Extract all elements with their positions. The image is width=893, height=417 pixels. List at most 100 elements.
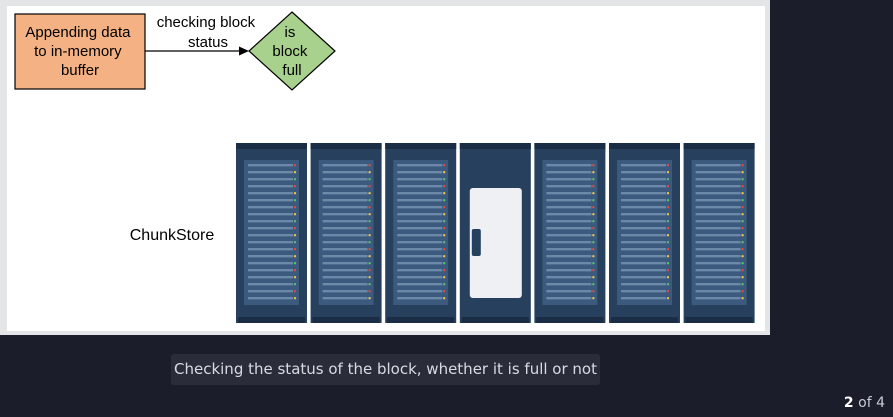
server-slot	[248, 164, 293, 167]
status-led	[368, 248, 371, 251]
pager-separator: of	[858, 395, 872, 411]
server-rack	[609, 143, 680, 323]
status-led	[741, 227, 744, 230]
server-slot	[248, 178, 293, 181]
server-slot	[397, 164, 443, 167]
status-led	[741, 248, 744, 251]
server-slot	[248, 297, 293, 300]
status-led	[293, 283, 297, 286]
arrow-label-line-1: checking block	[157, 14, 256, 31]
status-led	[592, 164, 595, 167]
server-slot	[621, 164, 666, 167]
status-led	[666, 290, 670, 293]
server-slot	[621, 276, 666, 279]
rack-top	[683, 143, 755, 149]
server-slot	[322, 297, 368, 300]
status-led	[293, 199, 297, 202]
status-led	[443, 171, 446, 174]
server-slot	[322, 185, 368, 188]
server-slot	[546, 290, 592, 293]
status-led	[741, 199, 744, 202]
decision-line-1: is	[284, 24, 295, 41]
status-led	[666, 171, 670, 174]
chunkstore-label: ChunkStore	[130, 227, 215, 244]
server-slot	[248, 213, 293, 216]
status-led	[293, 255, 297, 258]
server-slot	[397, 262, 443, 265]
status-led	[666, 283, 670, 286]
server-slot	[248, 283, 293, 286]
server-slot	[397, 276, 443, 279]
status-led	[666, 185, 670, 188]
server-slot	[397, 297, 443, 300]
server-slot	[248, 248, 293, 251]
server-slot	[546, 227, 592, 230]
server-slot	[397, 220, 443, 223]
server-slot	[546, 213, 592, 216]
status-led	[443, 241, 446, 244]
server-slot	[322, 255, 368, 258]
server-slot	[248, 206, 293, 209]
status-led	[443, 185, 446, 188]
status-led	[368, 206, 371, 209]
status-led	[666, 248, 670, 251]
status-led	[666, 227, 670, 230]
rack-top	[459, 143, 531, 149]
server-slot	[695, 213, 741, 216]
server-slot	[621, 255, 666, 258]
status-led	[368, 290, 371, 293]
status-led	[741, 171, 744, 174]
status-led	[666, 241, 670, 244]
server-slot	[397, 185, 443, 188]
status-led	[443, 269, 446, 272]
rack-base	[611, 317, 678, 323]
server-slot	[695, 269, 741, 272]
status-led	[293, 206, 297, 209]
status-led	[592, 283, 595, 286]
status-led	[741, 290, 744, 293]
status-led	[293, 171, 297, 174]
status-led	[443, 297, 446, 300]
status-led	[443, 262, 446, 265]
server-slot	[695, 283, 741, 286]
status-led	[293, 185, 297, 188]
server-slot	[621, 262, 666, 265]
status-led	[592, 213, 595, 216]
status-led	[443, 220, 446, 223]
status-led	[741, 185, 744, 188]
status-led	[443, 178, 446, 181]
arrow-label: checking block status	[157, 14, 260, 51]
server-slot	[322, 206, 368, 209]
status-led	[592, 241, 595, 244]
server-slot	[397, 241, 443, 244]
server-slot	[248, 276, 293, 279]
status-led	[666, 255, 670, 258]
slide-pager: 2 of 4	[844, 395, 885, 411]
status-led	[443, 164, 446, 167]
status-led	[368, 199, 371, 202]
server-slot	[546, 234, 592, 237]
status-led	[592, 248, 595, 251]
server-slot	[621, 185, 666, 188]
status-led	[741, 262, 744, 265]
rack-top	[609, 143, 680, 149]
status-led	[293, 234, 297, 237]
status-led	[293, 248, 297, 251]
status-led	[592, 185, 595, 188]
status-led	[741, 269, 744, 272]
status-led	[443, 192, 446, 195]
server-slot	[322, 227, 368, 230]
server-slot	[248, 262, 293, 265]
server-rack	[683, 143, 755, 323]
server-slot	[546, 171, 592, 174]
status-led	[592, 276, 595, 279]
status-led	[368, 255, 371, 258]
server-slot	[621, 283, 666, 286]
status-led	[592, 290, 595, 293]
server-slot	[322, 192, 368, 195]
server-slot	[695, 220, 741, 223]
status-led	[293, 192, 297, 195]
status-led	[741, 164, 744, 167]
rack-base	[238, 317, 305, 323]
status-led	[368, 276, 371, 279]
